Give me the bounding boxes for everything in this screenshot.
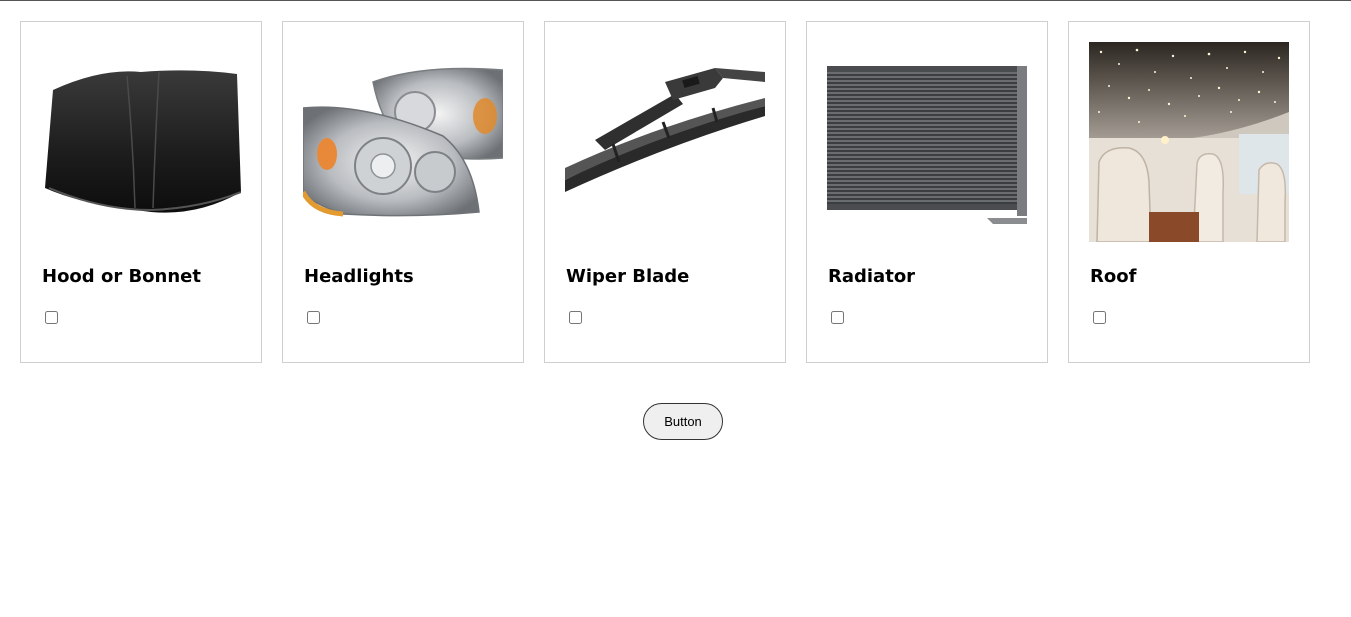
starlight-roof-image <box>1089 42 1289 242</box>
product-card-roof: Roof <box>1068 21 1310 363</box>
product-card-radiator: Radiator <box>806 21 1048 363</box>
headlights-image <box>303 42 503 242</box>
wiper-blade-image <box>565 42 765 242</box>
top-divider <box>0 0 1351 1</box>
submit-button[interactable]: Button <box>643 403 723 440</box>
product-card-headlights: Headlights <box>282 21 524 363</box>
card-title: Radiator <box>828 266 916 287</box>
card-title: Roof <box>1090 266 1137 287</box>
car-hood-image <box>41 42 241 242</box>
select-checkbox-radiator[interactable] <box>831 311 844 324</box>
product-card-list: Hood or Bonnet Headlights Wiper Blade Ra… <box>20 21 1310 363</box>
select-checkbox-wiper-blade[interactable] <box>569 311 582 324</box>
radiator-image <box>827 42 1027 242</box>
product-card-wiper-blade: Wiper Blade <box>544 21 786 363</box>
product-card-hood: Hood or Bonnet <box>20 21 262 363</box>
card-title: Hood or Bonnet <box>42 266 201 287</box>
card-title: Wiper Blade <box>566 266 690 287</box>
card-title: Headlights <box>304 266 414 287</box>
select-checkbox-roof[interactable] <box>1093 311 1106 324</box>
select-checkbox-hood[interactable] <box>45 311 58 324</box>
select-checkbox-headlights[interactable] <box>307 311 320 324</box>
